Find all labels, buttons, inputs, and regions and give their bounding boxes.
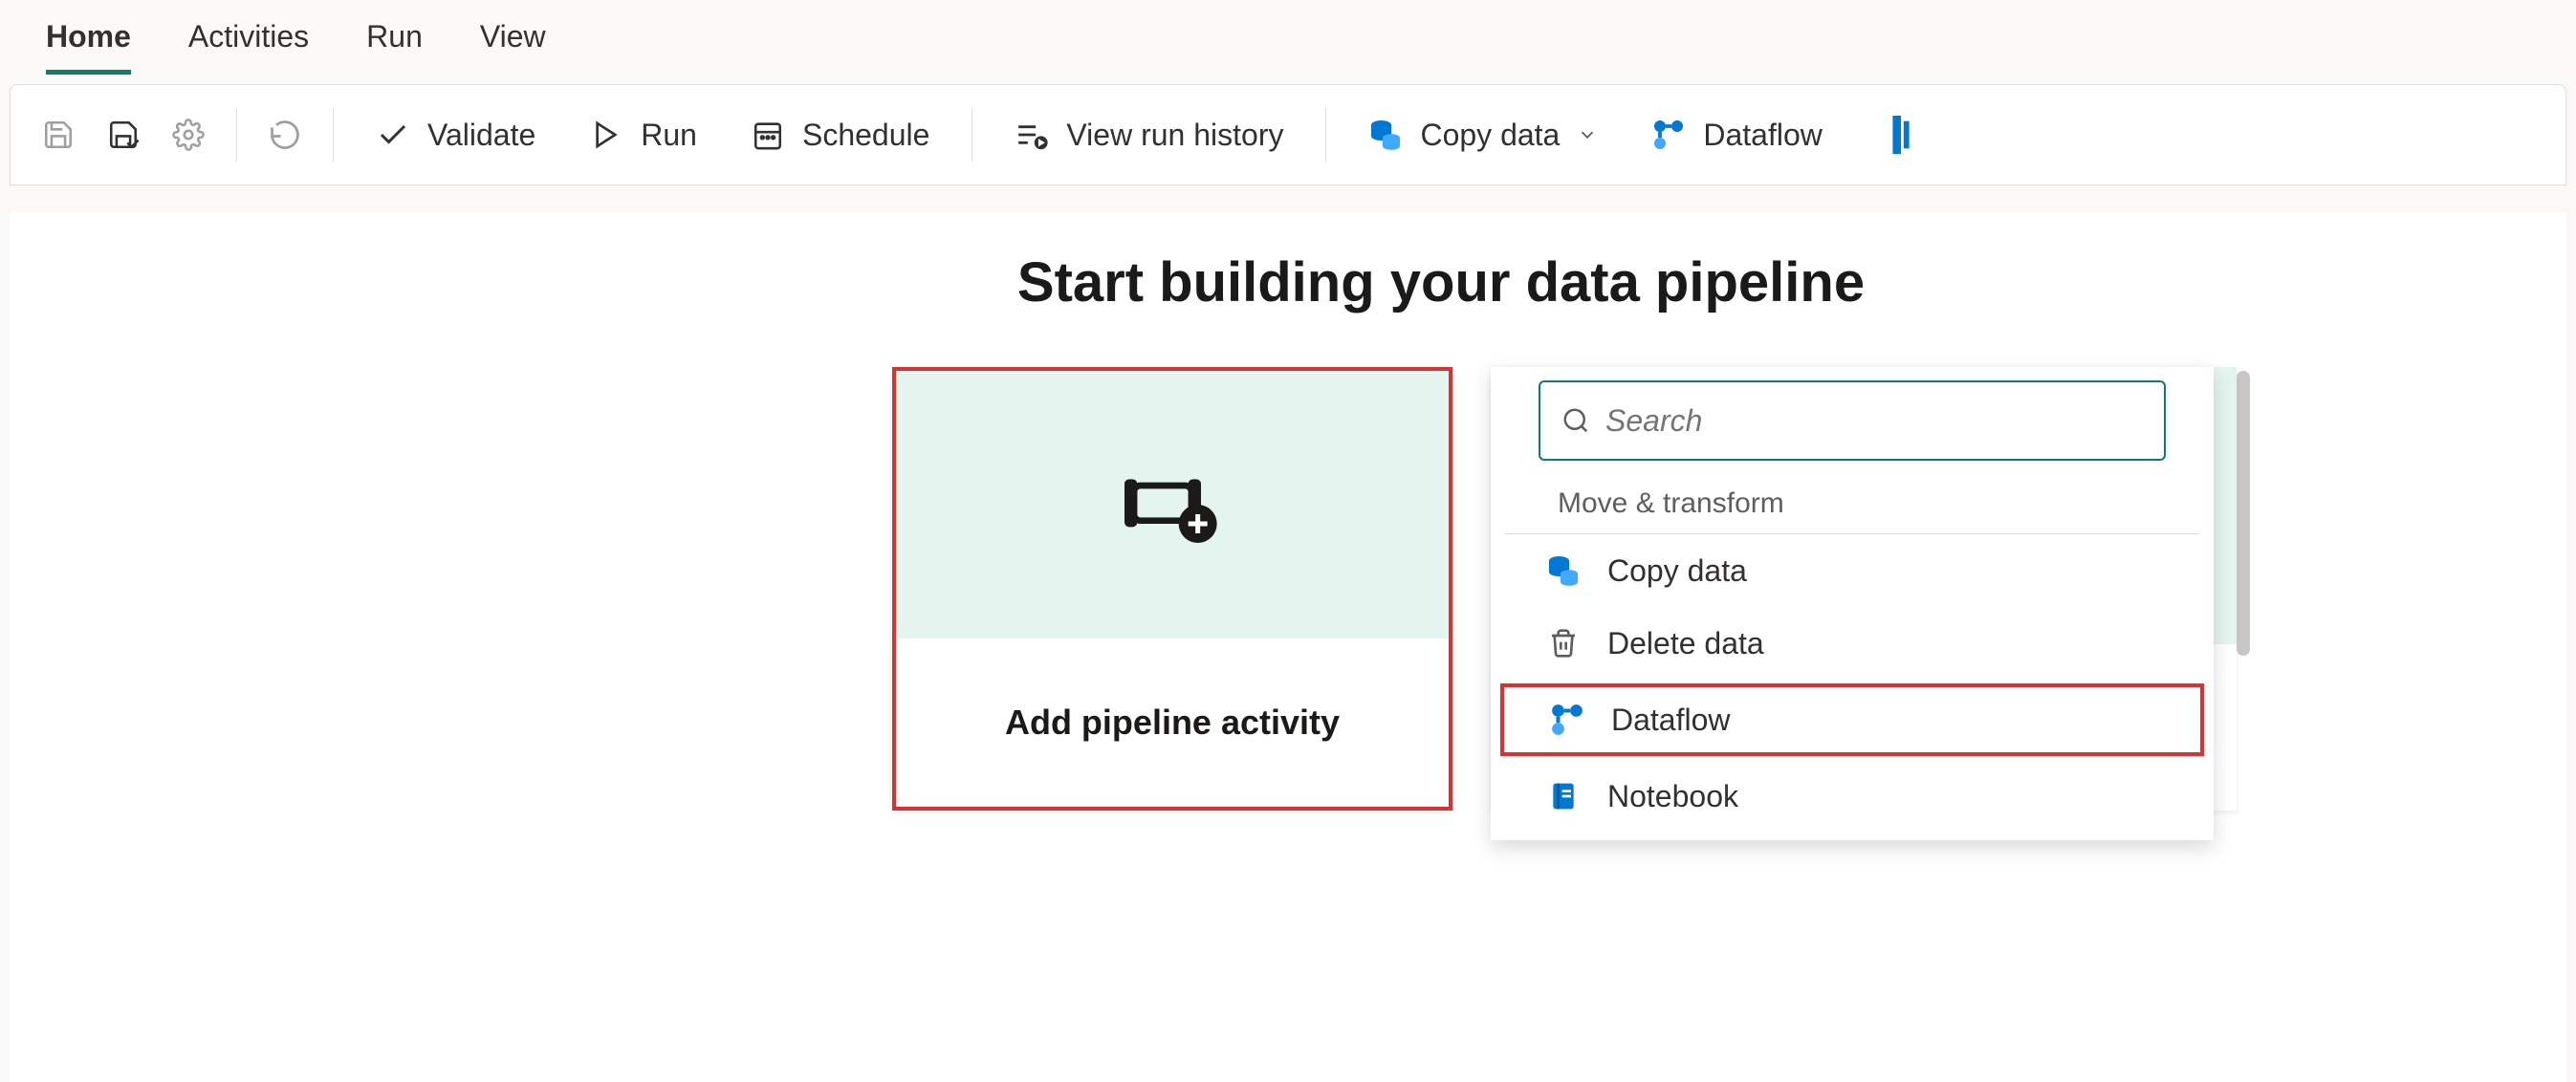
view-run-history-label: View run history [1066, 118, 1283, 153]
menu-item-notebook[interactable]: Notebook [1491, 760, 2214, 833]
validate-label: Validate [427, 118, 535, 153]
search-icon [1561, 406, 1590, 435]
menu-item-copy-data[interactable]: Copy data [1491, 534, 2214, 607]
history-list-icon [1015, 118, 1049, 152]
pipeline-add-icon [1124, 466, 1220, 543]
canvas: Start building your data pipeline Add pi… [10, 212, 2566, 1082]
save-button[interactable] [32, 108, 85, 162]
run-button[interactable]: Run [568, 108, 718, 162]
validate-button[interactable]: Validate [355, 108, 557, 162]
run-label: Run [641, 118, 697, 153]
menu-item-label: Delete data [1607, 626, 1764, 661]
trash-icon [1544, 624, 1583, 662]
dataflow-icon [1548, 701, 1586, 739]
undo-icon [268, 118, 302, 152]
tab-activities[interactable]: Activities [188, 19, 309, 75]
database-icon [1544, 552, 1583, 590]
tab-home[interactable]: Home [46, 19, 131, 75]
copy-data-label: Copy data [1420, 118, 1560, 153]
add-pipeline-activity-label: Add pipeline activity [1005, 703, 1340, 743]
card-label-area: Add pipeline activity [896, 638, 1449, 807]
undo-button[interactable] [258, 108, 312, 162]
menu-item-dataflow[interactable]: Dataflow [1500, 683, 2204, 756]
save-icon [42, 119, 75, 151]
gear-icon [172, 119, 205, 151]
save-as-icon [107, 119, 140, 151]
ribbon-tabs: Home Activities Run View [0, 0, 2576, 75]
schedule-button[interactable]: Schedule [730, 108, 950, 162]
activity-search-dropdown: Move & transform Copy data [1491, 367, 2214, 840]
search-box[interactable] [1539, 380, 2166, 461]
card-row: Add pipeline activity a task to start [10, 367, 2566, 811]
database-icon [1368, 118, 1403, 152]
dataflow-button[interactable]: Dataflow [1630, 108, 1844, 162]
toolbar-separator [971, 108, 972, 162]
tab-run[interactable]: Run [366, 19, 423, 75]
canvas-title: Start building your data pipeline [316, 250, 2566, 314]
settings-button[interactable] [162, 108, 215, 162]
dataflow-label: Dataflow [1703, 118, 1823, 153]
calendar-icon [751, 118, 785, 152]
view-run-history-button[interactable]: View run history [993, 108, 1304, 162]
dataflow-icon [1651, 118, 1686, 152]
choose-task-card[interactable]: a task to start Move & transform [1491, 367, 2237, 811]
card-icon-area [896, 371, 1449, 638]
more-button[interactable] [1874, 108, 1928, 162]
toolbar-separator [236, 108, 237, 162]
scrollbar[interactable] [2237, 371, 2250, 656]
menu-item-delete-data[interactable]: Delete data [1491, 607, 2214, 680]
menu-item-label: Notebook [1607, 779, 1738, 814]
section-move-transform: Move & transform [1504, 478, 2200, 534]
notebook-icon [1544, 777, 1583, 815]
tab-view[interactable]: View [480, 19, 546, 75]
copy-data-button[interactable]: Copy data [1347, 108, 1619, 162]
save-as-button[interactable] [97, 108, 150, 162]
toolbar-separator [1325, 108, 1326, 162]
menu-item-label: Copy data [1607, 553, 1747, 589]
play-icon [589, 118, 623, 152]
check-icon [376, 118, 410, 152]
menu-item-label: Dataflow [1611, 703, 1731, 738]
toolbar-separator [333, 108, 334, 162]
schedule-label: Schedule [802, 118, 929, 153]
chevron-down-icon [1577, 124, 1598, 145]
add-pipeline-activity-card[interactable]: Add pipeline activity [892, 367, 1452, 811]
more-icon [1892, 116, 1910, 154]
toolbar: Validate Run Schedule [10, 84, 2566, 185]
search-input[interactable] [1605, 403, 2143, 439]
